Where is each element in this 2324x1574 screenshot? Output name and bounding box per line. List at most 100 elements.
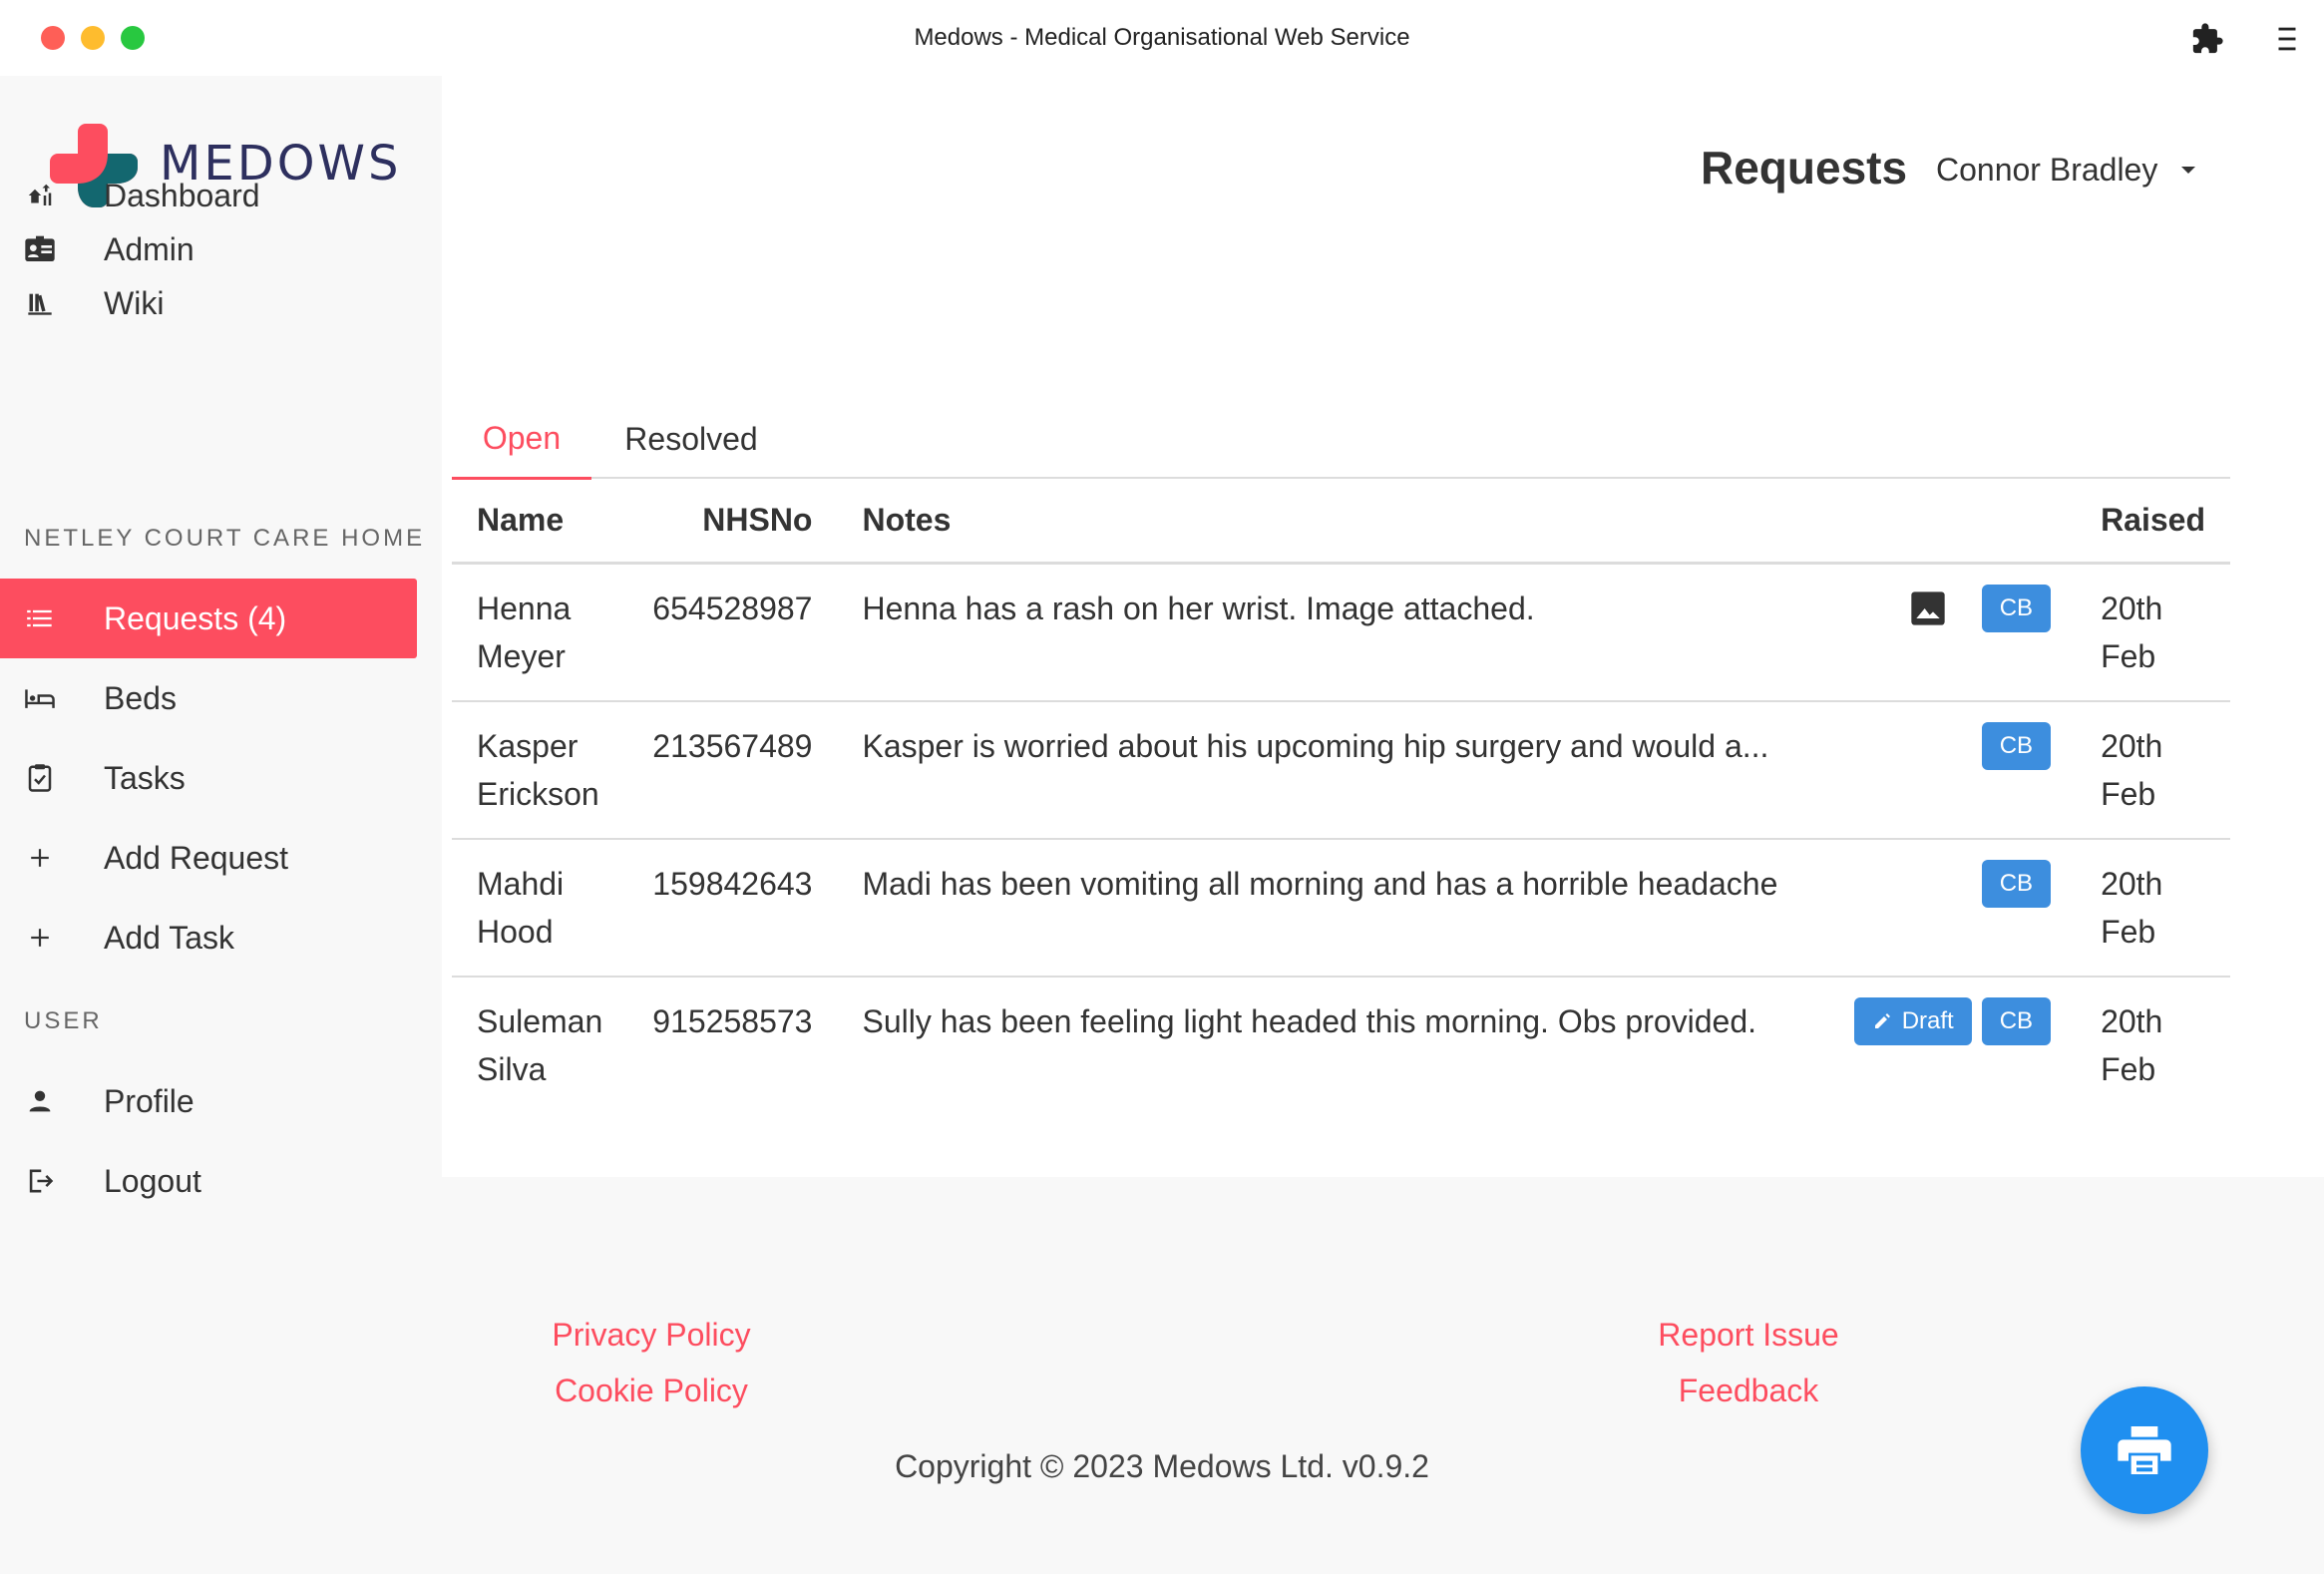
clipboard-check-icon — [0, 763, 104, 793]
raised-day: 20th — [2101, 865, 2163, 902]
column-header-nhsno[interactable]: NHSNo — [627, 479, 838, 565]
window-titlebar: Medows - Medical Organisational Web Serv… — [0, 0, 2324, 76]
table-header-row: Name NHSNo Notes Raised — [452, 479, 2230, 565]
hamburger-menu-icon[interactable] — [2270, 22, 2304, 56]
dashboard-icon — [0, 181, 104, 210]
raised-month: Feb — [2101, 637, 2156, 674]
tab-resolved[interactable]: Resolved — [591, 399, 791, 479]
sidebar-item-beds[interactable]: Beds — [0, 658, 417, 738]
printer-icon — [2118, 1426, 2171, 1474]
note-text: Sully has been feeling light headed this… — [862, 1002, 1757, 1039]
note-text: Kasper is worried about his upcoming hip… — [862, 727, 1769, 764]
table-row[interactable]: Kasper Erickson 213567489 Kasper is worri… — [452, 700, 2230, 840]
note-text: Madi has been vomiting all morning and h… — [862, 865, 1778, 902]
footer-legal-links: Privacy Policy Cookie Policy — [502, 1307, 801, 1418]
feedback-link[interactable]: Feedback — [1599, 1363, 1898, 1418]
first-name: Henna — [477, 590, 572, 626]
window-title: Medows - Medical Organisational Web Serv… — [914, 24, 1410, 51]
nhs-number: 654528987 — [627, 563, 838, 702]
sidebar-item-label: Add Request — [104, 839, 289, 876]
page-title: Requests — [1701, 142, 1908, 194]
draft-label: Draft — [1901, 1006, 1954, 1034]
requests-table: Name NHSNo Notes Raised Henna Meyer 65452… — [452, 479, 2230, 1113]
patient-name-cell: Henna Meyer — [452, 563, 628, 702]
assignee-badge[interactable]: CB — [1981, 721, 2052, 770]
table-row[interactable]: Henna Meyer 654528987 Henna has a rash on… — [452, 563, 2230, 702]
draft-button[interactable]: Draft — [1853, 996, 1972, 1045]
raised-month: Feb — [2101, 1050, 2156, 1087]
list-icon — [0, 606, 104, 630]
image-attachment-icon[interactable] — [1908, 589, 1948, 628]
footer: Privacy Policy Cookie Policy Report Issu… — [442, 1177, 2324, 1574]
caret-down-icon — [2181, 167, 2196, 174]
assignee-badge[interactable]: CB — [1981, 859, 2052, 908]
last-name: Silva — [477, 1050, 547, 1087]
pencil-icon — [1874, 1012, 1890, 1028]
column-header-name[interactable]: Name — [452, 479, 628, 565]
notes-cell: Kasper is worried about his upcoming hip… — [837, 700, 2077, 840]
raised-day: 20th — [2101, 727, 2163, 764]
raised-day: 20th — [2101, 1002, 2163, 1039]
raised-date-cell: 20th Feb — [2076, 838, 2230, 978]
first-name: Mahdi — [477, 865, 565, 902]
notes-cell: Madi has been vomiting all morning and h… — [837, 838, 2077, 978]
last-name: Hood — [477, 913, 554, 950]
footer-support-links: Report Issue Feedback — [1599, 1307, 1898, 1418]
sidebar-item-logout[interactable]: Logout — [0, 1141, 417, 1221]
sidebar-item-label: Logout — [104, 1162, 201, 1199]
care-home-section-title: NETLEY COURT CARE HOME — [24, 525, 426, 552]
raised-date-cell: 20th Feb — [2076, 700, 2230, 840]
sidebar-item-label: Wiki — [104, 284, 165, 321]
sidebar: MEDOWS Dashboard Admin Wiki NETLEY COURT… — [0, 76, 442, 1574]
sidebar-item-label: Admin — [104, 230, 194, 267]
first-name: Suleman — [477, 1002, 603, 1039]
sidebar-item-profile[interactable]: Profile — [0, 1061, 417, 1141]
logout-icon — [0, 1167, 104, 1195]
table-row[interactable]: Suleman Silva 915258573 Sully has been fe… — [452, 977, 2230, 1113]
last-name: Meyer — [477, 637, 566, 674]
patient-name-cell: Kasper Erickson — [452, 700, 628, 840]
user-section-title: USER — [24, 1007, 103, 1034]
raised-date-cell: 20th Feb — [2076, 563, 2230, 702]
sidebar-item-add-task[interactable]: Add Task — [0, 898, 417, 978]
table-row[interactable]: Mahdi Hood 159842643 Madi has been vomiti… — [452, 838, 2230, 978]
nhs-number: 213567489 — [627, 700, 838, 840]
raised-month: Feb — [2101, 775, 2156, 812]
sidebar-item-label: Dashboard — [104, 177, 260, 213]
user-dropdown[interactable]: Connor Bradley — [1936, 152, 2196, 189]
sidebar-item-label: Add Task — [104, 919, 235, 956]
column-header-raised[interactable]: Raised — [2076, 479, 2230, 565]
note-text: Henna has a rash on her wrist. Image att… — [862, 590, 1535, 626]
print-button[interactable] — [2081, 1386, 2208, 1514]
cookie-policy-link[interactable]: Cookie Policy — [502, 1363, 801, 1418]
sidebar-item-label: Beds — [104, 679, 177, 716]
assignee-badge[interactable]: CB — [1981, 996, 2052, 1045]
plus-icon — [0, 927, 104, 949]
first-name: Kasper — [477, 727, 579, 764]
patient-name-cell: Mahdi Hood — [452, 838, 628, 978]
notes-cell: Sully has been feeling light headed this… — [837, 977, 2076, 1113]
books-icon — [0, 289, 104, 317]
sidebar-item-requests[interactable]: Requests (4) — [0, 579, 417, 658]
column-header-notes[interactable]: Notes — [837, 479, 2077, 565]
main-content: Requests Connor Bradley Open Resolved Na… — [442, 76, 2324, 1177]
assignee-badge[interactable]: CB — [1981, 584, 2052, 632]
sidebar-item-label: Profile — [104, 1082, 194, 1119]
nhs-number: 915258573 — [652, 1002, 813, 1039]
person-icon — [0, 1088, 104, 1114]
raised-month: Feb — [2101, 913, 2156, 950]
sidebar-item-tasks[interactable]: Tasks — [0, 738, 417, 818]
admin-card-icon — [0, 234, 104, 264]
report-issue-link[interactable]: Report Issue — [1599, 1307, 1898, 1363]
raised-day: 20th — [2101, 590, 2163, 626]
tab-open[interactable]: Open — [452, 399, 591, 480]
patient-name-cell: Suleman Silva — [452, 977, 627, 1113]
extensions-puzzle-icon[interactable] — [2190, 22, 2224, 56]
last-name: Erickson — [477, 775, 599, 812]
request-tabs: Open Resolved — [452, 399, 2230, 480]
raised-date-cell: 20th Feb — [2076, 977, 2230, 1113]
sidebar-item-wiki[interactable]: Wiki — [0, 263, 417, 343]
sidebar-item-add-request[interactable]: Add Request — [0, 818, 417, 898]
privacy-policy-link[interactable]: Privacy Policy — [502, 1307, 801, 1363]
user-name: Connor Bradley — [1936, 152, 2158, 188]
